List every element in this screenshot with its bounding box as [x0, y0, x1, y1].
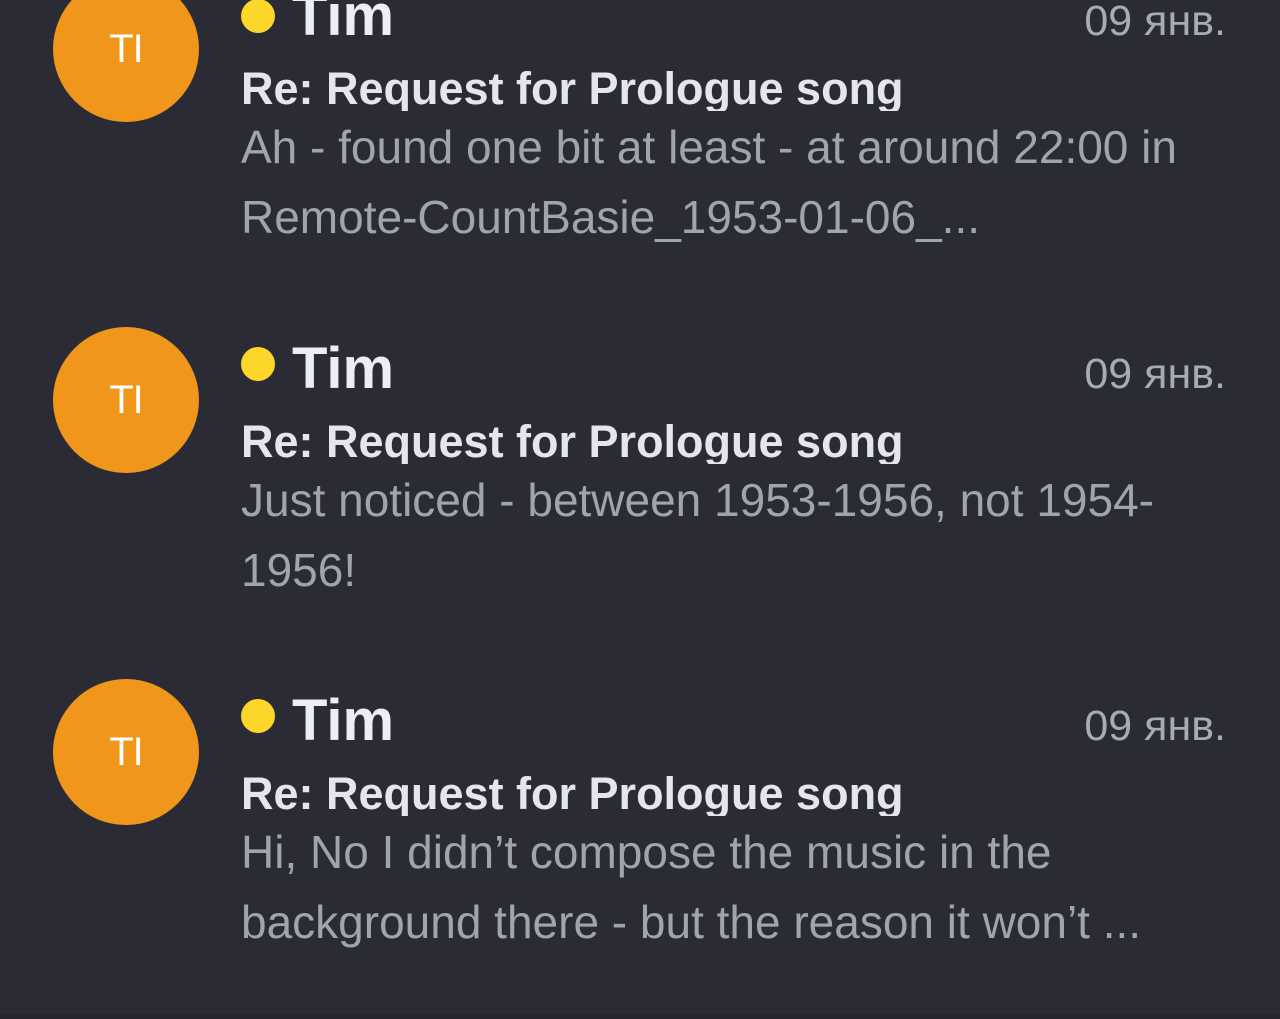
- avatar: TI: [53, 327, 199, 473]
- unread-indicator-icon: [241, 699, 275, 733]
- message-snippet: Just noticed - between 1953-1956, not 19…: [241, 474, 1154, 596]
- sender-name: Tim: [292, 688, 395, 753]
- avatar: TI: [53, 679, 199, 825]
- message-date: 09 янв.: [1084, 0, 1226, 45]
- message-date: 09 янв.: [1084, 702, 1226, 750]
- unread-indicator-icon: [241, 347, 275, 381]
- message-subject: Re: Request for Prologue song: [241, 771, 904, 816]
- message-date: 09 янв.: [1084, 350, 1226, 398]
- unread-indicator-icon: [241, 0, 275, 33]
- message-snippet: Ah - found one bit at least - at around …: [241, 121, 1177, 243]
- mail-list-item[interactable]: TI Tim 09 янв. Re: Request for Prologue …: [0, 0, 1280, 320]
- mail-list-item[interactable]: TI Tim 09 янв. Re: Request for Prologue …: [0, 679, 1280, 1019]
- mail-list-item[interactable]: TI Tim 09 янв. Re: Request for Prologue …: [0, 327, 1280, 667]
- message-subject: Re: Request for Prologue song: [241, 419, 904, 464]
- message-subject: Re: Request for Prologue song: [241, 66, 904, 111]
- divider: [0, 1014, 1280, 1019]
- sender-name: Tim: [292, 336, 395, 401]
- message-snippet: Hi, No I didn’t compose the music in the…: [241, 826, 1142, 948]
- avatar: TI: [53, 0, 199, 122]
- sender-name: Tim: [292, 0, 395, 48]
- mail-list: TI Tim 09 янв. Re: Request for Prologue …: [0, 0, 1280, 1019]
